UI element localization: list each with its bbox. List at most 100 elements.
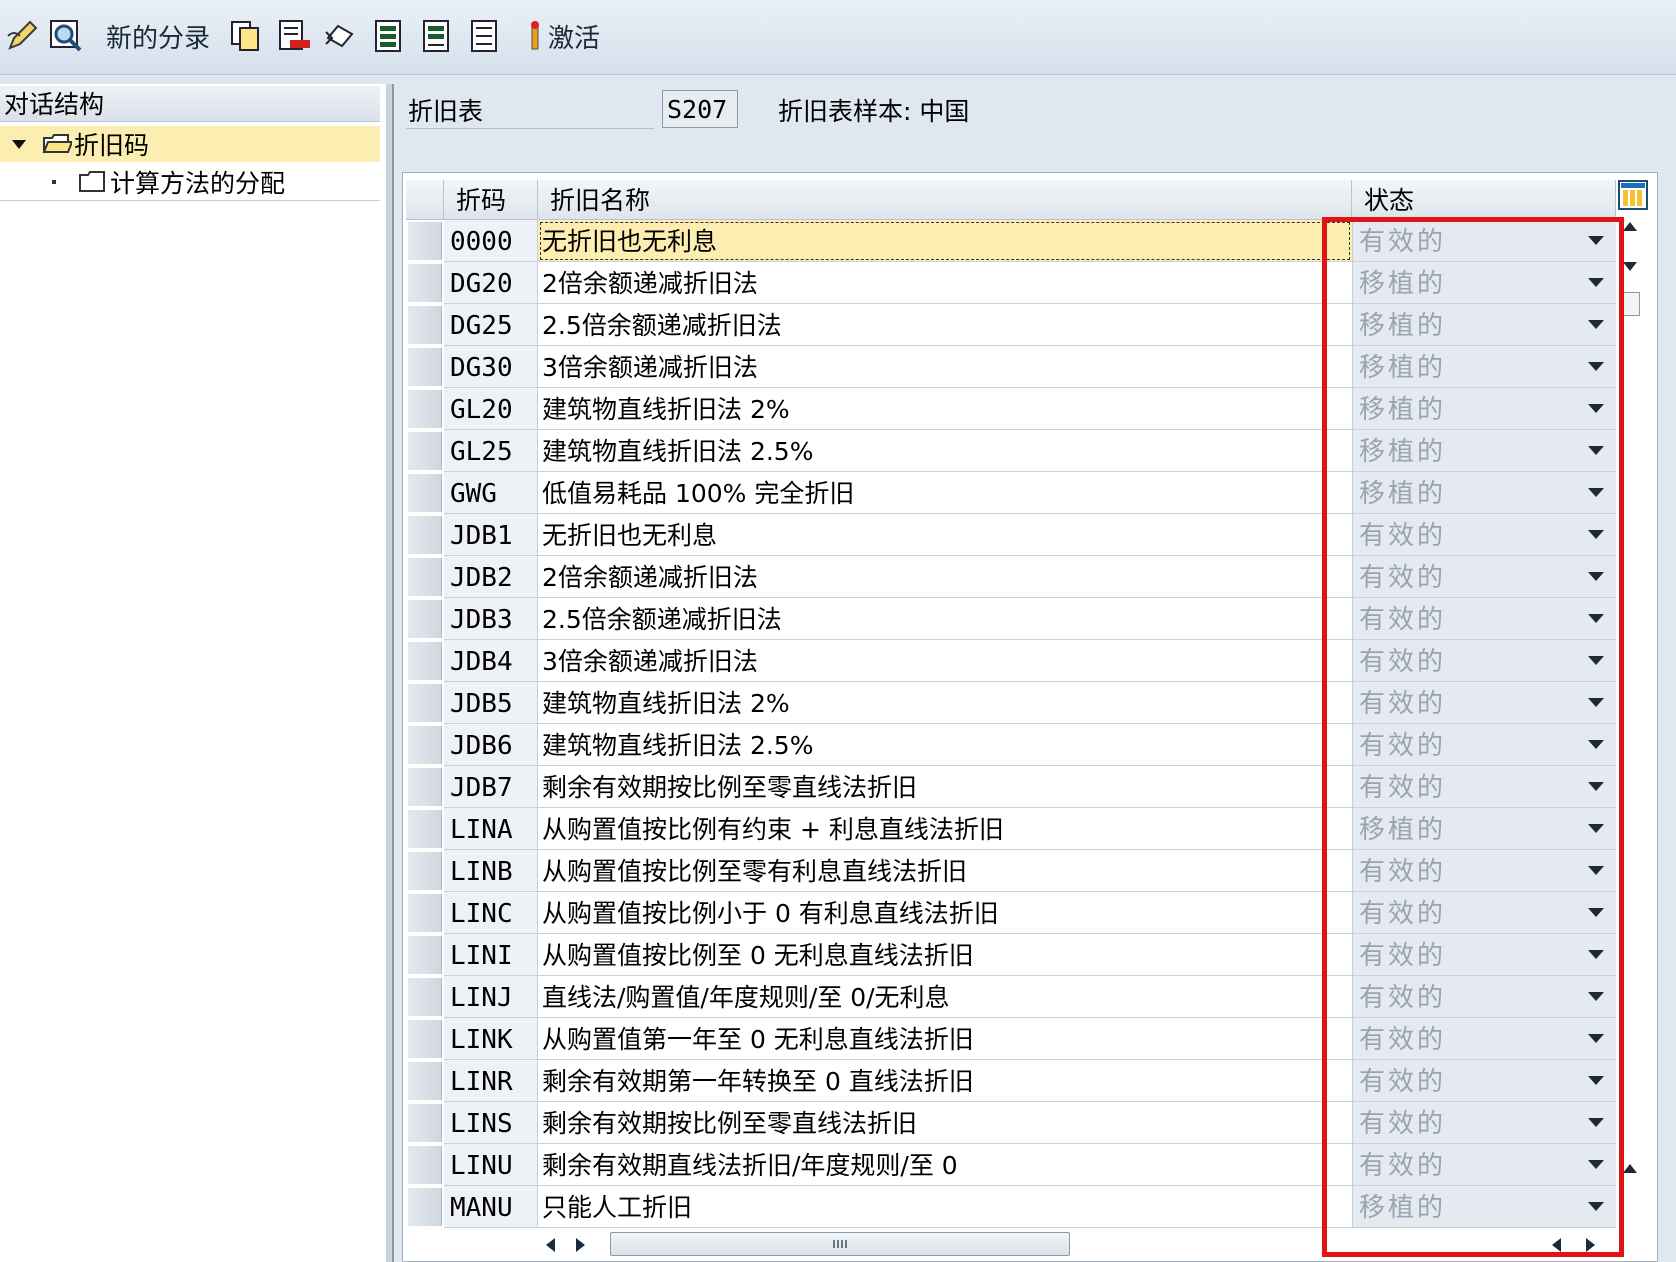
status-dropdown[interactable]: 有效的 — [1352, 766, 1616, 808]
row-selector[interactable] — [408, 684, 442, 722]
row-selector[interactable] — [408, 852, 442, 890]
row-selector[interactable] — [408, 642, 442, 680]
depreciation-name-cell[interactable]: 2.5倍余额递减折旧法 — [538, 598, 1352, 640]
tree-item-calc-method-assignment[interactable]: 计算方法的分配 — [52, 164, 285, 200]
table-row[interactable]: DG30 3倍余额递减折旧法 移植的 — [406, 346, 1616, 388]
chevron-down-icon[interactable] — [1588, 446, 1604, 455]
chevron-down-icon[interactable] — [1588, 614, 1604, 623]
depreciation-name-cell[interactable]: 从购置值按比例小于 0 有利息直线法折旧 — [538, 892, 1352, 934]
table-row[interactable]: GL25 建筑物直线折旧法 2.5% 移植的 — [406, 430, 1616, 472]
row-selector[interactable] — [408, 810, 442, 848]
depreciation-name-cell[interactable]: 剩余有效期按比例至零直线法折旧 — [538, 766, 1352, 808]
row-selector[interactable] — [408, 348, 442, 386]
depreciation-name-cell[interactable]: 3倍余额递减折旧法 — [538, 346, 1352, 388]
row-selector[interactable] — [408, 726, 442, 764]
status-dropdown[interactable]: 移植的 — [1352, 346, 1616, 388]
depreciation-name-cell[interactable]: 建筑物直线折旧法 2% — [538, 682, 1352, 724]
depreciation-name-cell[interactable]: 建筑物直线折旧法 2.5% — [538, 430, 1352, 472]
chevron-down-icon[interactable] — [1588, 782, 1604, 791]
table-row[interactable]: JDB1 无折旧也无利息 有效的 — [406, 514, 1616, 556]
chevron-down-icon[interactable] — [1588, 1160, 1604, 1169]
status-dropdown[interactable]: 有效的 — [1352, 598, 1616, 640]
chevron-down-icon[interactable] — [1588, 278, 1604, 287]
chevron-down-icon[interactable] — [1588, 404, 1604, 413]
table-row[interactable]: LINU 剩余有效期直线法折旧/年度规则/至 0 有效的 — [406, 1144, 1616, 1186]
delete-icon[interactable] — [276, 14, 312, 58]
depreciation-name-cell[interactable]: 3倍余额递减折旧法 — [538, 640, 1352, 682]
status-dropdown[interactable]: 有效的 — [1352, 1144, 1616, 1186]
chevron-down-icon[interactable] — [1588, 1118, 1604, 1127]
status-dropdown[interactable]: 有效的 — [1352, 682, 1616, 724]
select-all-column-header[interactable] — [406, 180, 444, 220]
chevron-down-icon[interactable] — [1588, 1202, 1604, 1211]
depreciation-name-cell[interactable]: 只能人工折旧 — [538, 1186, 1352, 1228]
horizontal-scrollbar[interactable] — [540, 1230, 1630, 1258]
table-row[interactable]: LINB 从购置值按比例至零有利息直线法折旧 有效的 — [406, 850, 1616, 892]
table-row[interactable]: LINI 从购置值按比例至 0 无利息直线法折旧 有效的 — [406, 934, 1616, 976]
row-selector[interactable] — [408, 222, 442, 260]
row-selector[interactable] — [408, 1104, 442, 1142]
copy-icon[interactable] — [228, 14, 264, 58]
table-row[interactable]: JDB6 建筑物直线折旧法 2.5% 有效的 — [406, 724, 1616, 766]
status-dropdown[interactable]: 有效的 — [1352, 724, 1616, 766]
chevron-down-icon[interactable] — [1588, 866, 1604, 875]
table-row[interactable]: JDB4 3倍余额递减折旧法 有效的 — [406, 640, 1616, 682]
row-selector[interactable] — [408, 1020, 442, 1058]
display-change-icon[interactable] — [48, 14, 84, 58]
column-header-name[interactable]: 折旧名称 — [538, 180, 1352, 220]
status-dropdown[interactable]: 移植的 — [1352, 430, 1616, 472]
row-selector[interactable] — [408, 1062, 442, 1100]
status-dropdown[interactable]: 移植的 — [1352, 808, 1616, 850]
chevron-down-icon[interactable] — [1588, 992, 1604, 1001]
table-row[interactable]: JDB7 剩余有效期按比例至零直线法折旧 有效的 — [406, 766, 1616, 808]
scroll-right-arrow-icon[interactable] — [576, 1238, 585, 1252]
depreciation-name-cell[interactable]: 剩余有效期按比例至零直线法折旧 — [538, 1102, 1352, 1144]
row-selector[interactable] — [408, 264, 442, 302]
row-selector[interactable] — [408, 978, 442, 1016]
depreciation-name-cell[interactable]: 无折旧也无利息 — [538, 514, 1352, 556]
table-row[interactable]: GWG 低值易耗品 100% 完全折旧 移植的 — [406, 472, 1616, 514]
table-row[interactable]: LINS 剩余有效期按比例至零直线法折旧 有效的 — [406, 1102, 1616, 1144]
status-dropdown[interactable]: 移植的 — [1352, 472, 1616, 514]
depreciation-name-cell[interactable]: 2倍余额递减折旧法 — [538, 556, 1352, 598]
status-dropdown[interactable]: 有效的 — [1352, 976, 1616, 1018]
chevron-down-icon[interactable] — [1588, 572, 1604, 581]
chevron-down-icon[interactable] — [1588, 362, 1604, 371]
row-selector[interactable] — [408, 768, 442, 806]
row-selector[interactable] — [408, 432, 442, 470]
table-row[interactable]: LINR 剩余有效期第一年转换至 0 直线法折旧 有效的 — [406, 1060, 1616, 1102]
chevron-down-icon[interactable] — [1588, 1034, 1604, 1043]
status-dropdown[interactable]: 有效的 — [1352, 1018, 1616, 1060]
status-dropdown[interactable]: 有效的 — [1352, 640, 1616, 682]
scroll-up-arrow-icon[interactable] — [1623, 1164, 1637, 1173]
table-row[interactable]: MANU 只能人工折旧 移植的 — [406, 1186, 1616, 1228]
chevron-down-icon[interactable] — [1588, 1076, 1604, 1085]
table-row[interactable]: DG25 2.5倍余额递减折旧法 移植的 — [406, 304, 1616, 346]
vertical-scrollbar[interactable] — [1620, 220, 1640, 1235]
chevron-down-icon[interactable] — [1588, 740, 1604, 749]
chevron-down-icon[interactable] — [1588, 950, 1604, 959]
select-block-icon[interactable] — [420, 14, 456, 58]
chevron-down-icon[interactable] — [1588, 698, 1604, 707]
column-header-status[interactable]: 状态 — [1352, 180, 1616, 220]
row-selector[interactable] — [408, 600, 442, 638]
depreciation-name-cell[interactable]: 从购置值第一年至 0 无利息直线法折旧 — [538, 1018, 1352, 1060]
table-row[interactable]: LINK 从购置值第一年至 0 无利息直线法折旧 有效的 — [406, 1018, 1616, 1060]
undo-icon[interactable] — [322, 14, 358, 58]
chevron-down-icon[interactable] — [1588, 488, 1604, 497]
status-dropdown[interactable]: 有效的 — [1352, 514, 1616, 556]
horizontal-scroll-thumb[interactable] — [610, 1232, 1070, 1256]
depreciation-name-cell[interactable]: 剩余有效期直线法折旧/年度规则/至 0 — [538, 1144, 1352, 1186]
scroll-left-arrow-icon[interactable] — [546, 1238, 555, 1252]
table-row[interactable]: JDB3 2.5倍余额递减折旧法 有效的 — [406, 598, 1616, 640]
depreciation-name-cell[interactable]: 直线法/购置值/年度规则/至 0/无利息 — [538, 976, 1352, 1018]
chevron-down-icon[interactable] — [1588, 320, 1604, 329]
chevron-down-icon[interactable] — [1588, 530, 1604, 539]
status-dropdown[interactable]: 有效的 — [1352, 1102, 1616, 1144]
depreciation-name-cell[interactable]: 建筑物直线折旧法 2.5% — [538, 724, 1352, 766]
depreciation-name-cell[interactable]: 2.5倍余额递减折旧法 — [538, 304, 1352, 346]
scroll-thumb[interactable] — [1620, 292, 1640, 316]
row-selector[interactable] — [408, 936, 442, 974]
row-selector[interactable] — [408, 516, 442, 554]
chart-of-depreciation-field[interactable]: S207 — [662, 90, 738, 128]
